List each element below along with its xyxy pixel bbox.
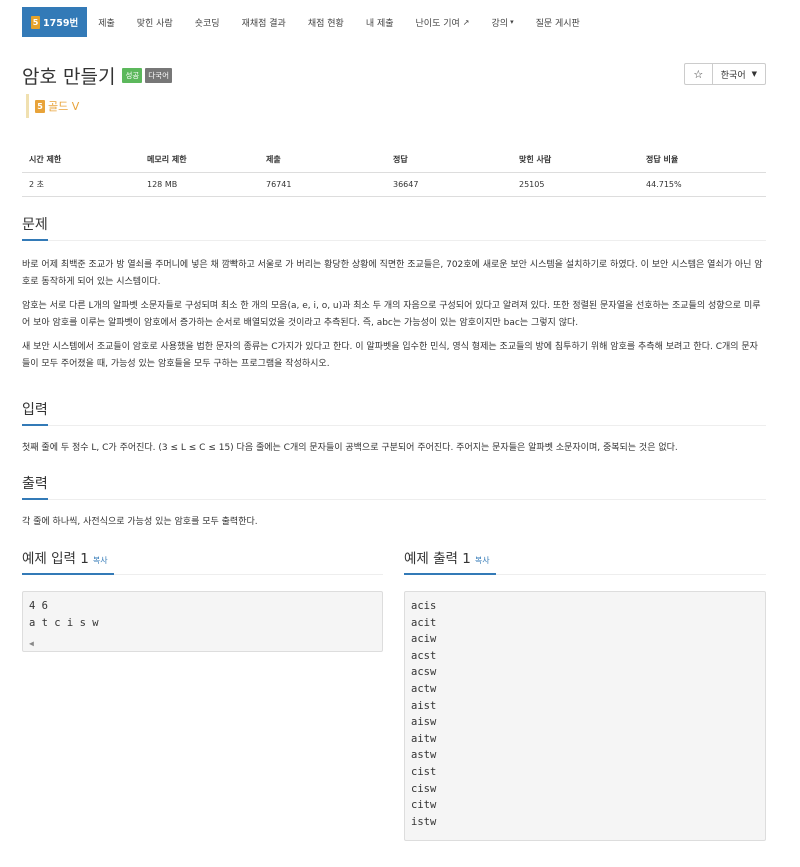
code-line: actw — [411, 682, 437, 695]
time-limit-value: 2 초 — [22, 172, 140, 197]
sample-input-code: 4 6 a t c i s w ◀ — [22, 591, 383, 653]
nav-status[interactable]: 채점 현황 — [297, 7, 355, 37]
copy-button[interactable]: 복사 — [93, 556, 108, 565]
code-line: astw — [411, 749, 437, 762]
problem-paragraph: 새 보안 시스템에서 조교들이 암호로 사용했을 법한 문자의 종류는 C가지가… — [22, 342, 758, 369]
problem-number-tab[interactable]: 5 1759번 — [22, 7, 88, 37]
problem-title: 암호 만들기 — [22, 66, 116, 88]
header-time-limit: 시간 제한 — [22, 148, 140, 173]
code-line: acit — [411, 616, 437, 629]
problem-number-label: 1759번 — [43, 18, 79, 29]
tier-label: 5 골드 V — [26, 94, 79, 118]
horizontal-scrollbar[interactable]: ◀ — [23, 635, 382, 651]
input-description: 첫째 줄에 두 정수 L, C가 주어진다. (3 ≤ L ≤ C ≤ 15) … — [22, 443, 678, 453]
code-line: 4 6 — [29, 600, 48, 612]
sample-output-panel: 예제 출력 1 복사 acis acit aciw acst acsw actw … — [404, 548, 766, 842]
code-line: acsw — [411, 666, 437, 679]
code-line: istw — [411, 815, 437, 828]
code-line: aitw — [411, 732, 437, 745]
header-solved-users: 맞힌 사람 — [512, 148, 639, 173]
accept-ratio-value: 44.715% — [639, 172, 766, 197]
scroll-left-icon[interactable]: ◀ — [29, 639, 34, 648]
language-dropdown[interactable]: 한국어 ▼ — [713, 64, 765, 84]
code-line: acst — [411, 649, 437, 662]
table-row: 2 초 128 MB 76741 36647 25105 44.715% — [22, 172, 766, 197]
caret-down-icon: ▾ — [510, 18, 514, 26]
gold-tier-icon: 5 — [35, 99, 45, 113]
code-line: aisw — [411, 716, 437, 729]
toolbar: ☆ 한국어 ▼ — [683, 63, 766, 85]
code-line: a t c i s w — [29, 616, 99, 629]
nav-short-coding[interactable]: 숏코딩 — [184, 7, 231, 37]
input-section: 입력 첫째 줄에 두 정수 L, C가 주어진다. (3 ≤ L ≤ C ≤ 1… — [22, 399, 766, 457]
solved-users-value[interactable]: 25105 — [512, 172, 639, 197]
star-icon: ☆ — [693, 67, 704, 81]
code-line: aist — [411, 699, 437, 712]
problem-info-table: 시간 제한 메모리 제한 제출 정답 맞힌 사람 정답 비율 2 초 128 M… — [22, 148, 766, 197]
code-line: cisw — [411, 782, 437, 795]
code-line: aciw — [411, 633, 437, 646]
status-badge: 성공 — [122, 68, 143, 83]
problem-paragraph: 암호는 서로 다른 L개의 알파벳 소문자들로 구성되며 최소 한 개의 모음(… — [22, 301, 761, 328]
header-accept-ratio: 정답 비율 — [639, 148, 766, 173]
header-memory-limit: 메모리 제한 — [140, 148, 259, 173]
nav-rejudge-results[interactable]: 재채점 결과 — [231, 7, 297, 37]
output-section: 출력 각 줄에 하나씩, 사전식으로 가능성 있는 암호를 모두 출력한다. — [22, 473, 766, 531]
header-submissions: 제출 — [259, 148, 386, 173]
language-badge: 다국어 — [145, 68, 172, 83]
nav-lectures[interactable]: 강의 ▾ — [481, 7, 525, 37]
nav-submit[interactable]: 제출 — [87, 7, 126, 37]
section-title-input: 입력 — [22, 399, 48, 426]
copy-button[interactable]: 복사 — [475, 556, 490, 565]
section-title-problem: 문제 — [22, 214, 48, 241]
code-line: acis — [411, 600, 437, 612]
sample-input-title: 예제 입력 1 복사 — [22, 548, 114, 575]
code-line: citw — [411, 799, 437, 812]
header-accepted: 정답 — [386, 148, 512, 173]
code-line: cist — [411, 765, 437, 778]
nav-my-submissions[interactable]: 내 제출 — [355, 7, 405, 37]
sample-output-code: acis acit aciw acst acsw actw aist aisw … — [404, 591, 766, 842]
submissions-value[interactable]: 76741 — [259, 172, 386, 197]
tier-icon: 5 — [31, 15, 40, 29]
sample-input-panel: 예제 입력 1 복사 4 6 a t c i s w ◀ — [22, 548, 383, 653]
star-button[interactable]: ☆ — [685, 64, 713, 84]
tier-text[interactable]: 골드 V — [48, 98, 79, 114]
output-description: 각 줄에 하나씩, 사전식으로 가능성 있는 암호를 모두 출력한다. — [22, 517, 258, 527]
problem-header: 암호 만들기 성공 다국어 — [22, 62, 175, 89]
problem-section: 문제 바로 어제 최백준 조교가 방 열쇠를 주머니에 넣은 채 깜빡하고 서울… — [22, 214, 766, 373]
memory-limit-value: 128 MB — [140, 172, 259, 197]
sample-output-title: 예제 출력 1 복사 — [404, 548, 496, 575]
accepted-value[interactable]: 36647 — [386, 172, 512, 197]
caret-down-icon: ▼ — [751, 70, 757, 78]
external-link-icon: ↗ — [462, 17, 470, 27]
top-nav: 5 1759번 제출 맞힌 사람 숏코딩 재채점 결과 채점 현황 내 제출 난… — [22, 7, 766, 37]
nav-questions[interactable]: 질문 게시판 — [525, 7, 591, 37]
nav-difficulty-contribution[interactable]: 난이도 기여 ↗ — [405, 7, 481, 37]
table-header-row: 시간 제한 메모리 제한 제출 정답 맞힌 사람 정답 비율 — [22, 148, 766, 173]
problem-paragraph: 바로 어제 최백준 조교가 방 열쇠를 주머니에 넣은 채 깜빡하고 서울로 가… — [22, 260, 763, 287]
nav-solved-users[interactable]: 맞힌 사람 — [126, 7, 184, 37]
section-title-output: 출력 — [22, 473, 48, 500]
